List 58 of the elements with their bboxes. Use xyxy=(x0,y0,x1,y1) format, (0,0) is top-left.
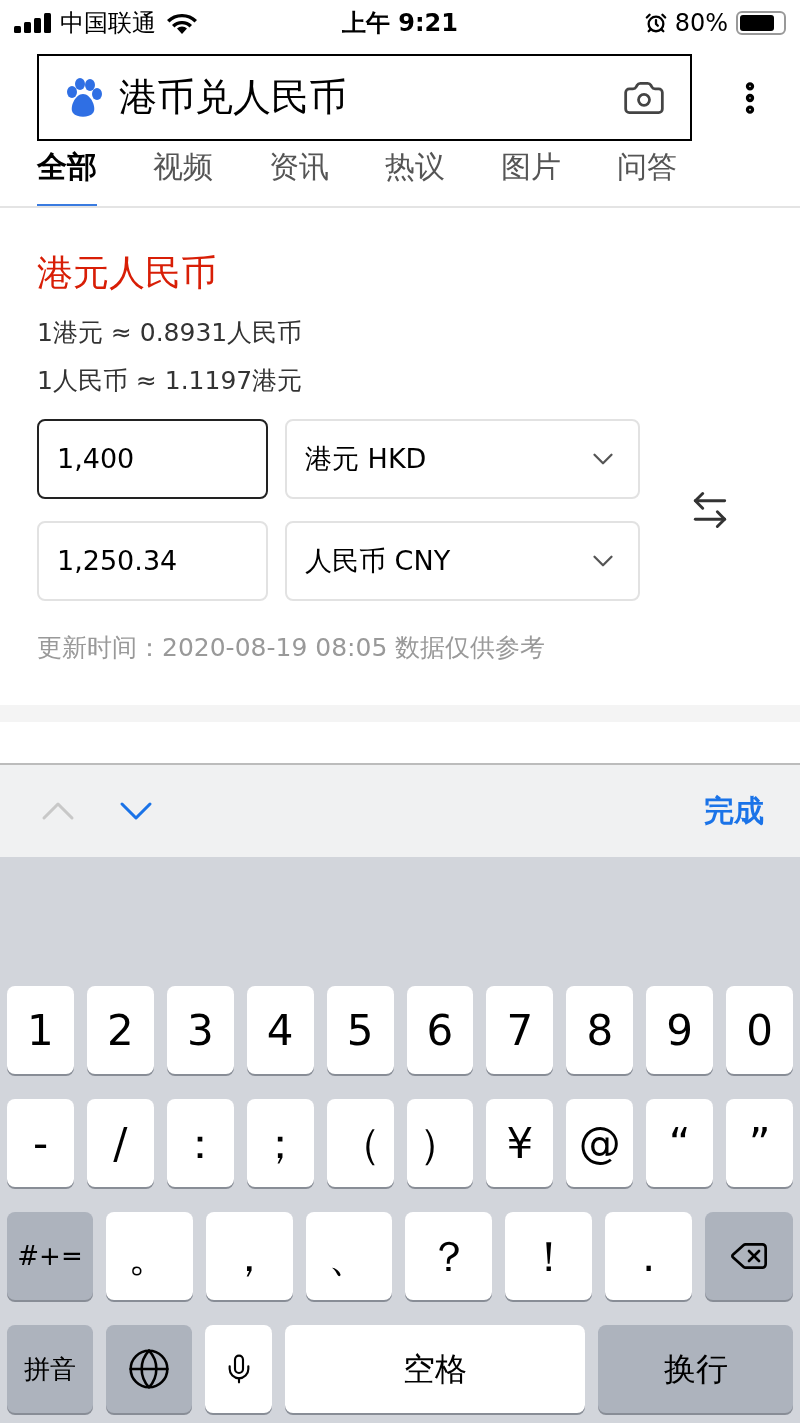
currency-select[interactable]: 港元 HKD xyxy=(285,419,640,499)
delete-key[interactable] xyxy=(704,1212,793,1300)
return-key[interactable]: 换行 xyxy=(598,1325,793,1413)
search-query: 港币兑人民币 xyxy=(119,74,347,121)
key[interactable]: 1 xyxy=(7,986,74,1074)
key[interactable]: 3 xyxy=(166,986,234,1074)
mic-key[interactable] xyxy=(205,1325,272,1413)
key[interactable]: “ xyxy=(646,1099,714,1187)
converter-title: 港元人民币 xyxy=(37,251,218,295)
key[interactable]: 9 xyxy=(646,986,714,1074)
key[interactable]: @ xyxy=(566,1099,634,1187)
space-key[interactable]: 空格 xyxy=(285,1325,585,1413)
alarm-icon xyxy=(644,11,667,34)
carrier-name: 中国联通 xyxy=(60,7,156,39)
globe-key[interactable] xyxy=(106,1325,192,1413)
key[interactable]: . xyxy=(605,1212,692,1300)
key[interactable]: ” xyxy=(726,1099,794,1187)
update-time: 更新时间：2020-08-19 08:05 数据仅供参考 xyxy=(37,632,547,664)
key[interactable]: 拼音 xyxy=(7,1325,93,1413)
key[interactable]: 0 xyxy=(726,986,794,1074)
key[interactable]: ， xyxy=(205,1212,293,1300)
key[interactable]: ？ xyxy=(405,1212,493,1300)
key[interactable]: 。 xyxy=(106,1212,193,1300)
amount-field[interactable]: 1,250.34 xyxy=(37,521,268,601)
key[interactable]: 8 xyxy=(566,986,634,1074)
signal-icon xyxy=(14,12,52,33)
done-button[interactable]: 完成 xyxy=(704,788,764,833)
key[interactable]: ¥ xyxy=(486,1099,554,1187)
amount-field[interactable]: 1,400 xyxy=(37,419,268,499)
globe-icon xyxy=(127,1347,171,1391)
tab[interactable]: 视频 xyxy=(153,150,213,206)
key[interactable]: ！ xyxy=(505,1212,593,1300)
key[interactable]: ） xyxy=(406,1099,474,1187)
key[interactable]: ： xyxy=(166,1099,234,1187)
key[interactable]: 4 xyxy=(246,986,314,1074)
tab[interactable]: 图片 xyxy=(501,150,561,206)
clock-time: 上午 9:21 xyxy=(341,7,459,39)
key[interactable]: ； xyxy=(246,1099,314,1187)
key[interactable]: 2 xyxy=(86,986,154,1074)
search-field[interactable]: 港币兑人民币 xyxy=(37,54,692,141)
key[interactable]: / xyxy=(86,1099,154,1187)
currency-select[interactable]: 人民币 CNY xyxy=(285,521,640,601)
battery-percent: 80% xyxy=(674,7,728,39)
key[interactable]: 6 xyxy=(406,986,474,1074)
tab[interactable]: 全部 xyxy=(37,150,97,206)
tab[interactable]: 热议 xyxy=(385,150,445,206)
tab[interactable]: 问答 xyxy=(617,150,677,206)
battery-icon xyxy=(736,10,786,35)
key[interactable]: 7 xyxy=(486,986,554,1074)
key[interactable]: （ xyxy=(326,1099,394,1187)
tab[interactable]: 资讯 xyxy=(269,150,329,206)
key[interactable]: 、 xyxy=(305,1212,393,1300)
exchange-rate: 1港元 ≈ 0.8931人民币 xyxy=(37,317,304,349)
exchange-rate: 1人民币 ≈ 1.1197港元 xyxy=(37,364,304,397)
key[interactable]: 5 xyxy=(326,986,394,1074)
key[interactable]: - xyxy=(7,1099,74,1187)
wifi-icon xyxy=(166,11,198,34)
key[interactable]: #+= xyxy=(7,1212,93,1300)
